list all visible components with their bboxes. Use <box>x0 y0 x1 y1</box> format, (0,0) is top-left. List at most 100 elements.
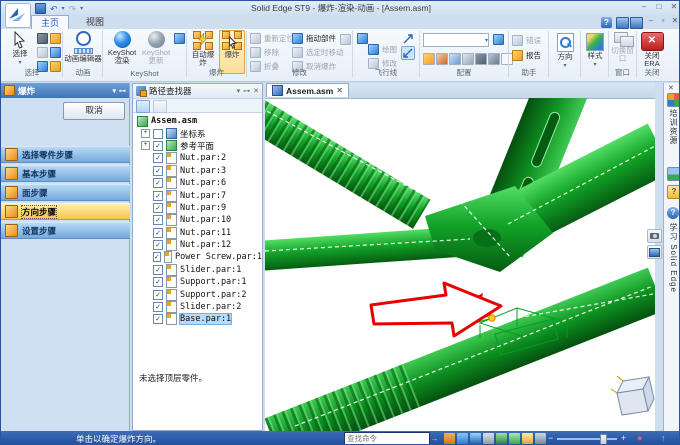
display-mode-button[interactable] <box>647 245 662 259</box>
bellows-tube-part[interactable] <box>265 98 430 229</box>
resources-grid-icon[interactable] <box>667 93 680 107</box>
checkbox[interactable] <box>153 129 163 139</box>
display-config-icon[interactable] <box>423 53 435 65</box>
tile-windows-icon[interactable] <box>630 17 643 29</box>
help-icon[interactable]: ? <box>601 17 612 28</box>
tree-item[interactable]: +✓参考平面 <box>133 140 262 152</box>
checkbox[interactable]: ✓ <box>153 265 163 275</box>
sketch-view-icon[interactable] <box>444 433 455 444</box>
checkbox[interactable]: ✓ <box>153 153 163 163</box>
zoom-out-icon[interactable]: − <box>548 433 553 444</box>
find-command-input[interactable] <box>344 432 430 445</box>
qat-customize-icon[interactable]: ▾ <box>80 5 83 12</box>
close-era-button[interactable]: ✕ 关闭 ERA <box>639 32 665 68</box>
tree-item[interactable]: ✓Support.par:1 <box>133 276 262 288</box>
select-button[interactable]: 选择 ▾ <box>7 31 33 67</box>
tree-item[interactable]: ✓Nut.par:12 <box>133 239 262 251</box>
pathfinder-tree-tab-icon[interactable] <box>136 100 150 113</box>
window-layout-icon[interactable] <box>535 433 546 444</box>
assembly-3d-view[interactable] <box>265 98 655 431</box>
modify-options-icon[interactable] <box>340 34 351 45</box>
tree-item[interactable]: ✓Power Screw.par:1 <box>133 251 262 263</box>
zoom-slider-thumb[interactable] <box>600 434 607 445</box>
reposition-button[interactable]: 重新定位 <box>250 32 294 45</box>
checkbox[interactable]: ✓ <box>153 252 161 262</box>
zoom-icon[interactable] <box>470 433 481 444</box>
checkbox[interactable]: ✓ <box>153 191 163 201</box>
go-arrow-icon[interactable]: → <box>429 433 440 444</box>
checkbox[interactable]: ✓ <box>153 203 163 213</box>
query-icon[interactable] <box>37 33 48 44</box>
zoom-area-icon[interactable] <box>457 433 468 444</box>
error-assistant-button[interactable]: 错误 <box>512 34 541 47</box>
flowline-toggle-visible[interactable] <box>401 32 415 46</box>
mdi-restore-button[interactable]: ▫ <box>657 16 669 25</box>
tree-item[interactable]: +坐标系 <box>133 127 262 139</box>
dock-tab-learn[interactable]: 学习 Solid Edge <box>666 223 680 293</box>
tree-item[interactable]: ✓Nut.par:10 <box>133 214 262 226</box>
report-button[interactable]: 报告 <box>512 49 541 62</box>
checkbox[interactable]: ✓ <box>153 178 163 188</box>
tutorials-folder-icon[interactable]: ? <box>667 185 680 199</box>
flowline-toggle-edit[interactable] <box>401 46 415 60</box>
learn-help-icon[interactable]: ? <box>667 207 679 219</box>
rotate-view-icon[interactable] <box>509 433 520 444</box>
document-tab-close-icon[interactable]: ✕ <box>336 86 343 95</box>
camera-config-icon[interactable] <box>475 53 487 65</box>
explode-step[interactable]: 面步骤 <box>1 184 130 201</box>
tree-item[interactable]: ✓Nut.par:6 <box>133 177 262 189</box>
keyshot-options-icon[interactable] <box>174 33 185 44</box>
model-viewport[interactable]: Assem.asm ✕ <box>265 83 655 431</box>
tree-item[interactable]: ✓Nut.par:2 <box>133 152 262 164</box>
tree-item[interactable]: ✓Nut.par:9 <box>133 202 262 214</box>
checkbox[interactable]: ✓ <box>153 277 163 287</box>
select-visible-icon[interactable] <box>50 47 61 58</box>
animation-editor-button[interactable]: 动画编辑器 <box>64 31 102 63</box>
tree-item[interactable]: ✓Slider.par:2 <box>133 301 262 313</box>
pan-icon[interactable] <box>496 433 507 444</box>
named-view-icon[interactable] <box>449 53 461 65</box>
zoom-in-icon[interactable]: + <box>621 433 626 444</box>
explode-step[interactable]: 方向步骤 <box>1 203 130 220</box>
arrange-windows-icon[interactable] <box>616 17 629 29</box>
panel-collapse-icon[interactable]: ▾ <box>112 87 116 95</box>
undo-icon[interactable]: ↶ <box>50 4 58 14</box>
expander-icon[interactable]: + <box>141 141 150 150</box>
redo-icon[interactable]: ↷ <box>69 4 77 14</box>
minimize-button[interactable]: – <box>637 2 651 11</box>
close-button[interactable]: ✕ <box>667 2 680 11</box>
view-styles-icon[interactable] <box>522 433 533 444</box>
clear-selection-icon[interactable] <box>37 47 48 58</box>
explode-step[interactable]: 基本步骤 <box>1 165 130 182</box>
explode-step[interactable]: 设置步骤 <box>1 222 130 239</box>
mdi-close-button[interactable]: ✕ <box>669 16 680 25</box>
fit-view-icon[interactable] <box>483 433 494 444</box>
gallery-icon[interactable] <box>667 167 680 181</box>
hub-nut[interactable] <box>473 229 501 247</box>
record-icon[interactable]: ● <box>637 433 642 444</box>
drag-component-button[interactable]: 拖动部件 <box>292 32 336 45</box>
tab-view[interactable]: 视图 <box>77 15 113 29</box>
zone-icon[interactable] <box>436 53 448 65</box>
origin-point[interactable] <box>489 315 495 321</box>
remove-button[interactable]: 移除 <box>250 46 279 59</box>
tree-item[interactable]: ✓Nut.par:11 <box>133 227 262 239</box>
pathfinder-collapse-icon[interactable]: ▾ <box>237 87 241 95</box>
keyshot-update-button[interactable]: KeyShot 更新 <box>140 31 172 65</box>
expander-icon[interactable]: + <box>141 129 150 138</box>
explode-step[interactable]: 选择零件步骤 <box>1 146 130 163</box>
select-options-icon[interactable] <box>50 33 61 44</box>
save-icon[interactable] <box>35 3 46 14</box>
copy-config-icon[interactable] <box>462 53 474 65</box>
maximize-button[interactable]: □ <box>652 2 666 11</box>
undo-caret-icon[interactable]: ▾ <box>62 5 65 12</box>
checkbox[interactable]: ✓ <box>153 141 163 151</box>
switch-window-button[interactable]: 切换窗口 <box>610 32 635 63</box>
checkbox[interactable]: ✓ <box>153 166 163 176</box>
checkbox[interactable]: ✓ <box>153 314 163 324</box>
photo-view-button[interactable] <box>647 229 662 243</box>
cancel-button[interactable]: 取消 <box>63 102 125 120</box>
tree-item[interactable]: ✓Base.par:1 <box>133 313 262 325</box>
dock-close-icon[interactable]: ✕ <box>668 84 674 92</box>
pathfinder-close-icon[interactable]: ✕ <box>253 87 259 95</box>
